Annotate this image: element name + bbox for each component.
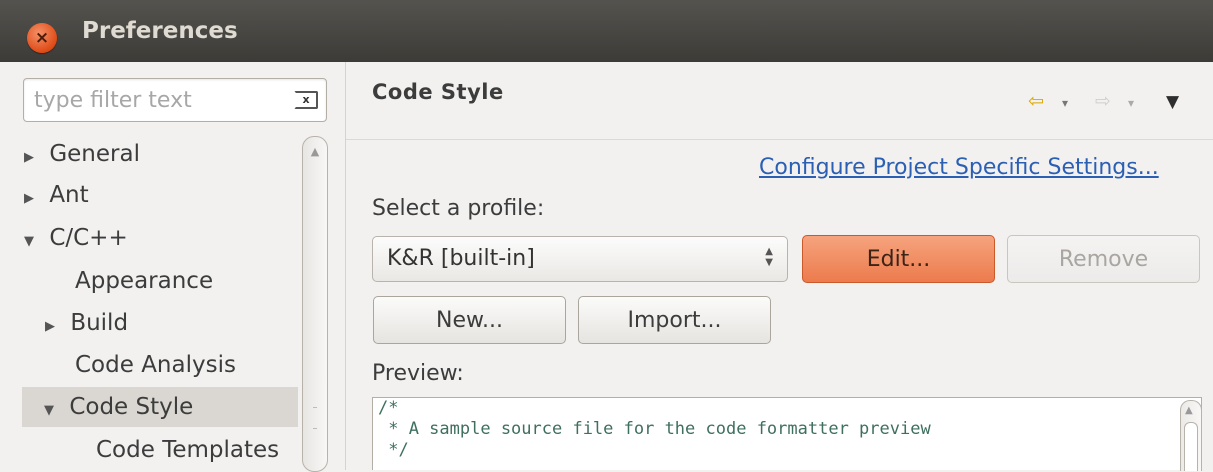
window-title: Preferences [82,18,238,44]
tree-item-build[interactable]: ▶ Build [45,303,128,343]
tree-item-general[interactable]: ▶ General [24,134,140,174]
tree-item-ant[interactable]: ▶ Ant [24,175,89,215]
back-arrow-icon[interactable]: ⇦ [1028,90,1044,112]
tree-item-label: Code Templates [96,437,280,463]
filter-box: x [23,78,327,122]
edit-button[interactable]: Edit... [802,235,995,283]
tree-item-code-style[interactable]: ▼ Code Style [22,387,298,427]
expand-arrow-icon[interactable]: ▶ [24,179,42,219]
filter-input[interactable] [32,86,286,114]
scroll-up-icon[interactable]: ▲ [1185,405,1193,416]
remove-button[interactable]: Remove [1007,235,1200,283]
back-dropdown-icon[interactable]: ▾ [1062,96,1068,110]
clear-glyph: x [302,93,310,106]
expand-arrow-icon[interactable]: ▶ [45,307,63,347]
profile-select[interactable]: K&R [built-in] ▲ ▼ [372,236,788,282]
tree-item-appearance[interactable]: Appearance [75,261,213,301]
tree-scrollbar[interactable]: ▲ [302,136,328,472]
profile-selected-value: K&R [built-in] [387,246,535,271]
tree-item-label: Build [70,310,129,336]
tree-item-code-templates[interactable]: Code Templates [96,430,279,470]
tree-item-label: Code Analysis [75,352,236,378]
tree-item-label: General [49,141,140,167]
forward-arrow-icon[interactable]: ⇨ [1095,90,1111,112]
header-divider [346,139,1213,140]
title-bar: × Preferences [0,0,1213,62]
view-menu-icon[interactable]: ▼ [1166,92,1179,112]
tree-item-label: Code Style [69,394,194,420]
clear-icon[interactable]: x [294,91,318,109]
preview-label: Preview: [372,361,464,386]
combo-updown-icon: ▲ ▼ [765,246,773,268]
tree-item-label: C/C++ [49,225,128,251]
profile-label: Select a profile: [372,196,545,221]
scroll-up-icon[interactable]: ▲ [307,145,323,167]
tree-item-label: Appearance [75,268,214,294]
expand-arrow-icon[interactable]: ▶ [24,138,42,178]
collapse-arrow-icon[interactable]: ▼ [24,222,42,262]
import-button[interactable]: Import... [578,296,771,344]
configure-project-link[interactable]: Configure Project Specific Settings... [759,155,1159,180]
tree-item-code-analysis[interactable]: Code Analysis [75,345,236,385]
tree-item-label: Ant [49,182,89,208]
preview-code: /* * A sample source file for the code f… [378,398,931,460]
tree-item-cpp[interactable]: ▼ C/C++ [24,218,128,258]
close-icon[interactable]: × [27,23,57,53]
page-title: Code Style [372,80,504,104]
preview-scroll-thumb[interactable] [1184,422,1198,471]
new-button[interactable]: New... [373,296,566,344]
collapse-arrow-icon[interactable]: ▼ [44,391,62,431]
forward-dropdown-icon[interactable]: ▾ [1128,96,1134,110]
close-glyph: × [34,28,50,48]
scroll-grip[interactable] [313,407,317,429]
